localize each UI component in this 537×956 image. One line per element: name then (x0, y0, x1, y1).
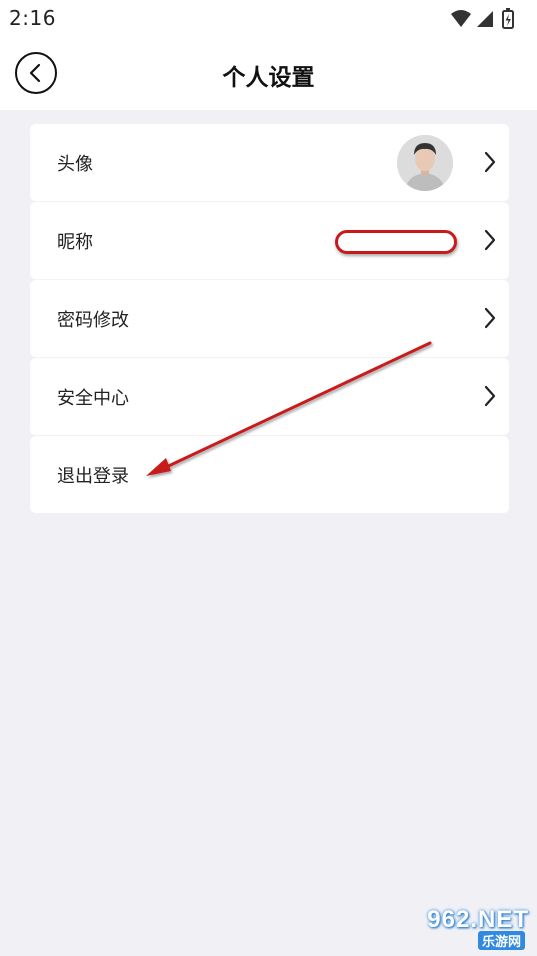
chevron-right-icon (484, 307, 496, 329)
status-icons (447, 8, 527, 30)
logout-button[interactable]: 退出登录 (30, 436, 509, 514)
avatar-image (397, 135, 453, 191)
chevron-right-icon (484, 229, 496, 251)
settings-row-label: 密码修改 (57, 310, 129, 331)
avatar[interactable] (397, 135, 453, 191)
signal-icon (477, 11, 493, 27)
settings-list: 头像 昵称 密码修改 安全中心 退出登录 (30, 124, 509, 514)
chevron-right-icon (484, 151, 496, 173)
status-bar: 2:16 (0, 0, 537, 38)
header-bar: 个人设置 (0, 38, 537, 110)
battery-icon (502, 8, 514, 29)
chevron-right-icon (484, 385, 496, 407)
settings-row-change-password[interactable]: 密码修改 (30, 280, 509, 358)
logout-label: 退出登录 (57, 466, 129, 487)
settings-row-label: 头像 (57, 154, 93, 175)
redacted-nickname-value (335, 230, 457, 254)
status-time: 2:16 (9, 6, 56, 30)
settings-row-label: 安全中心 (57, 388, 129, 409)
wifi-icon (451, 10, 471, 27)
settings-row-nickname[interactable]: 昵称 (30, 202, 509, 280)
settings-row-security-center[interactable]: 安全中心 (30, 358, 509, 436)
watermark-sub: 乐游网 (477, 931, 525, 950)
watermark-logo: 962.NET 乐游网 (397, 906, 529, 950)
watermark-main: 962.NET (427, 906, 529, 933)
page-title: 个人设置 (222, 65, 315, 91)
settings-row-label: 昵称 (57, 232, 93, 253)
settings-row-avatar[interactable]: 头像 (30, 124, 509, 202)
